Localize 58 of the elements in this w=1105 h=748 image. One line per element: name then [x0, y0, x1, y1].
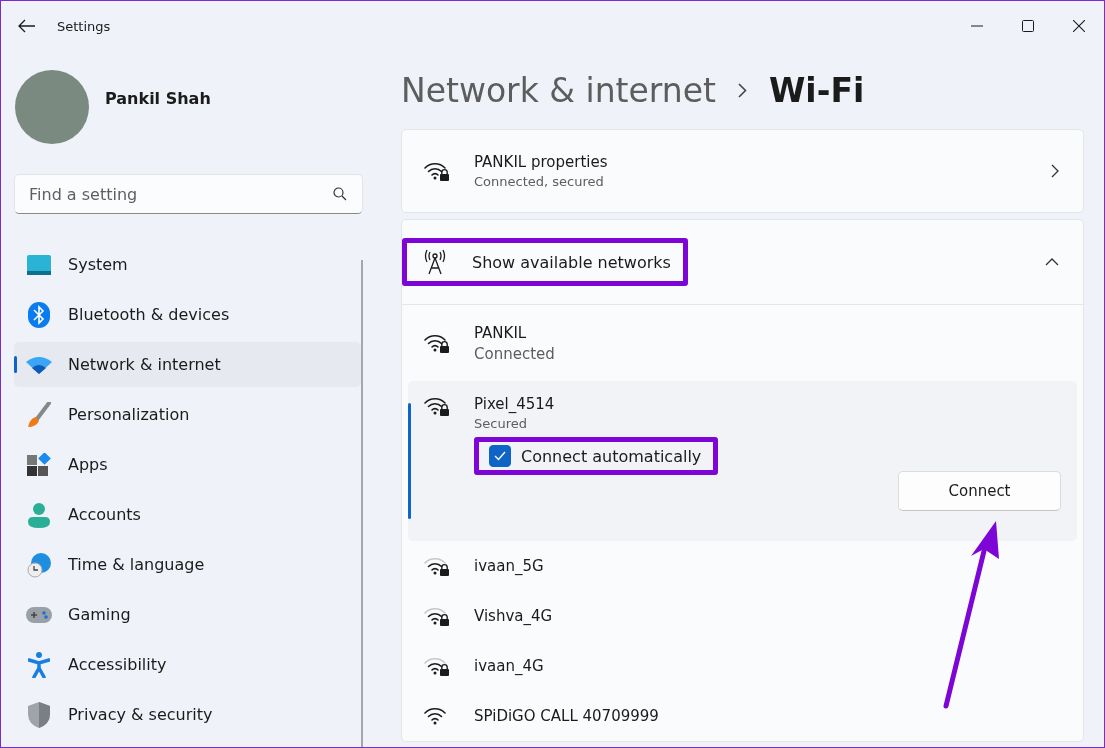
selection-indicator — [14, 356, 17, 373]
sidebar-item[interactable]: Accounts — [14, 492, 361, 537]
checkbox[interactable] — [489, 445, 511, 467]
properties-card[interactable]: PANKIL properties Connected, secured — [401, 129, 1084, 213]
sidebar-item[interactable]: Bluetooth & devices — [14, 292, 361, 337]
sidebar-item[interactable]: System — [14, 242, 361, 287]
network-name: ivaan_4G — [474, 657, 544, 675]
network-item[interactable]: Pixel_4514 Secured Connect automatically Connect — [408, 381, 1077, 541]
globe-clock-icon — [26, 551, 52, 578]
network-item[interactable]: ivaan_4G — [402, 641, 1083, 691]
close-icon — [1072, 20, 1085, 32]
search-field[interactable]: Find a setting — [14, 174, 363, 214]
sidebar-item[interactable]: Time & language — [14, 542, 361, 587]
sidebar-item[interactable]: Network & internet — [14, 342, 361, 387]
sidebar-item[interactable]: Privacy & security — [14, 692, 361, 737]
chevron-right-icon — [1051, 164, 1059, 178]
sidebar-item[interactable]: Gaming — [14, 592, 361, 637]
connect-button[interactable]: Connect — [898, 471, 1061, 511]
user-name: Pankil Shah — [105, 88, 211, 108]
network-name: Vishva_4G — [474, 607, 553, 625]
person-icon — [28, 501, 50, 528]
monitor-icon — [27, 254, 51, 275]
network-item[interactable]: SPiDiGO CALL 40709999 — [402, 691, 1083, 741]
card-subtitle: Connected, secured — [474, 174, 605, 189]
bluetooth-icon — [28, 301, 50, 328]
sidebar-item[interactable]: Accessibility — [14, 642, 361, 687]
apps-icon — [27, 452, 51, 477]
sidebar-item[interactable]: Personalization — [14, 392, 361, 437]
gamepad-icon — [26, 606, 52, 623]
network-item[interactable]: Vishva_4G — [402, 591, 1083, 641]
breadcrumb-parent[interactable]: Network & internet — [401, 70, 716, 110]
accessibility-icon — [28, 651, 50, 678]
chevron-up-icon[interactable] — [1045, 258, 1059, 266]
wifi-icon — [26, 355, 52, 374]
network-status: Connected — [474, 344, 555, 363]
network-item[interactable]: PANKIL Connected — [402, 305, 1083, 381]
section-title[interactable]: Show available networks — [472, 252, 671, 272]
card-title: PANKIL properties — [474, 153, 608, 171]
network-name: ivaan_5G — [474, 557, 544, 575]
network-name: SPiDiGO CALL 40709999 — [474, 707, 659, 725]
wifi-icon — [424, 160, 450, 182]
page-title: Wi-Fi — [768, 70, 865, 110]
search-icon — [333, 187, 347, 201]
minimize-icon — [970, 25, 983, 27]
network-status: Secured — [474, 416, 528, 431]
antenna-icon — [424, 249, 446, 275]
chevron-right-icon — [737, 82, 747, 98]
shield-icon — [28, 701, 50, 728]
network-name: PANKIL — [474, 323, 528, 342]
window-title: Settings — [57, 18, 111, 34]
network-name: Pixel_4514 — [474, 395, 555, 413]
paintbrush-icon — [27, 401, 51, 428]
network-item[interactable]: ivaan_5G — [402, 541, 1083, 591]
back-arrow-icon — [18, 19, 36, 33]
checkbox-label[interactable]: Connect automatically — [521, 446, 702, 466]
sidebar-item[interactable]: Apps — [14, 442, 361, 487]
maximize-icon — [1021, 20, 1034, 32]
checkmark-icon — [494, 451, 506, 461]
